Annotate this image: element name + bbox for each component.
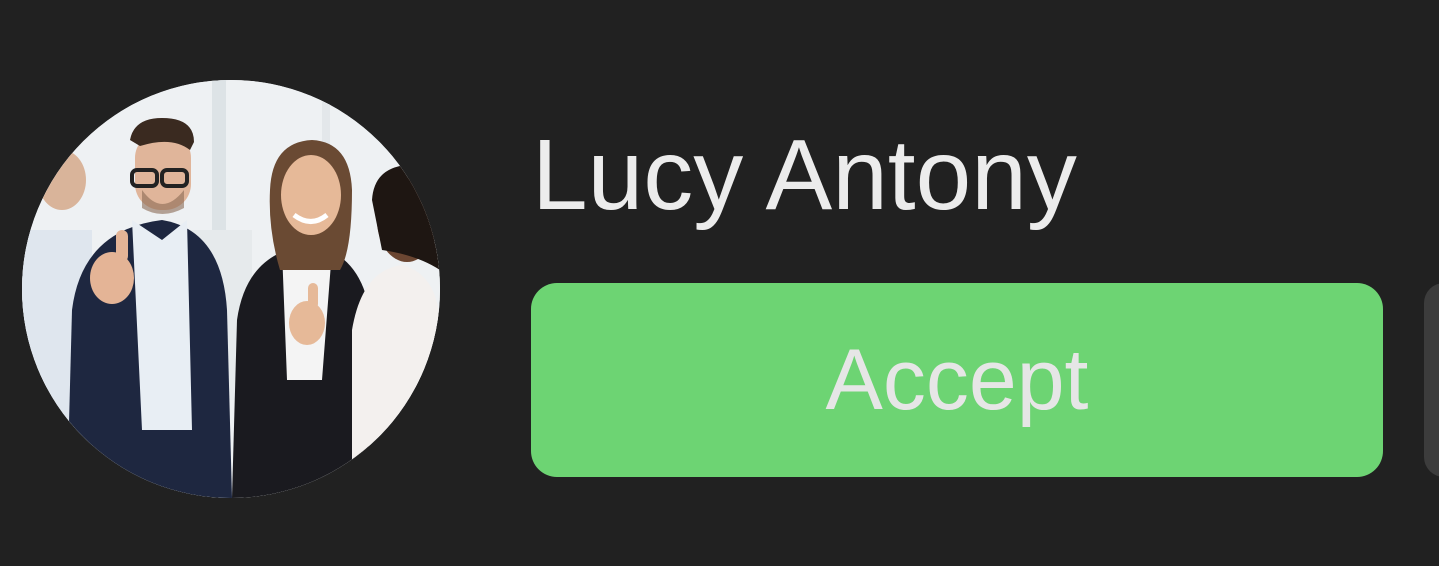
secondary-action-button[interactable] — [1424, 283, 1439, 477]
avatar[interactable] — [22, 80, 440, 498]
contact-request-card: Lucy Antony Accept — [0, 0, 1439, 566]
contact-name: Lucy Antony — [532, 119, 1077, 231]
accept-button[interactable]: Accept — [531, 283, 1383, 477]
accept-button-label: Accept — [825, 332, 1089, 428]
profile-photo-icon — [22, 80, 440, 498]
